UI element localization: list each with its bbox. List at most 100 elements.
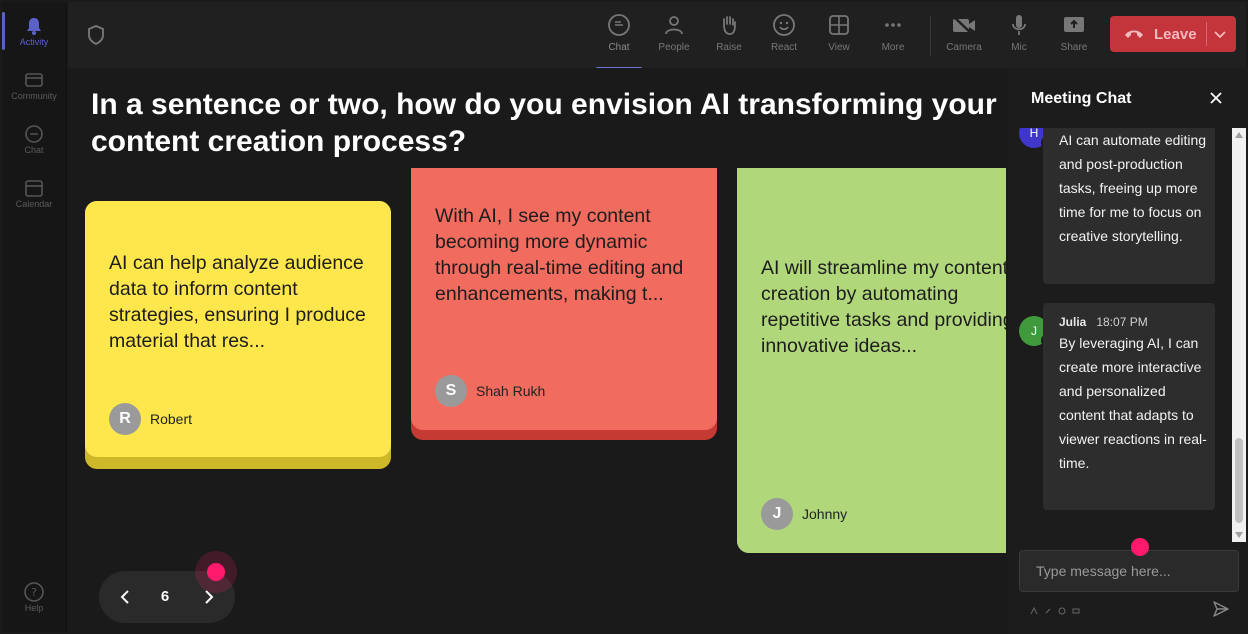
toolbar-label: View	[828, 42, 850, 53]
toolbar-share-button[interactable]: Share	[1049, 12, 1099, 64]
scroll-down-arrow-icon[interactable]	[1235, 532, 1243, 538]
raise-hand-icon	[716, 12, 742, 38]
chat-message: Julia 18:07 PM By leveraging AI, I can cr…	[1043, 303, 1215, 510]
toolbar-view-button[interactable]: View	[814, 12, 864, 64]
chat-title: Meeting Chat	[1031, 90, 1132, 107]
left-rail: Activity Community Chat Calendar ? Help	[2, 2, 67, 632]
chat-message: AI can automate editing and post-product…	[1043, 128, 1215, 284]
message-text: By leveraging AI, I can create more inte…	[1059, 335, 1207, 471]
avatar: J	[761, 498, 793, 530]
response-card[interactable]: With AI, I see my content becoming more …	[411, 168, 717, 440]
toolbar-raise-button[interactable]: Raise	[704, 12, 754, 64]
calendar-icon	[23, 177, 45, 199]
toolbar-people-button[interactable]: People	[649, 12, 699, 64]
format-icon[interactable]	[1030, 602, 1038, 615]
community-icon	[23, 69, 45, 91]
leave-label: Leave	[1154, 25, 1197, 43]
hang-up-icon	[1124, 27, 1144, 41]
rail-item-calendar[interactable]: Calendar	[2, 166, 66, 220]
meeting-chat-panel: Meeting Chat H AI can automate editing a…	[1008, 68, 1248, 634]
card-text: With AI, I see my content becoming more …	[435, 205, 684, 305]
question-title: In a sentence or two, how do you envisio…	[91, 86, 1006, 160]
avatar: R	[109, 403, 141, 435]
rail-item-label: Activity	[19, 37, 49, 47]
rail-item-help[interactable]: ? Help	[2, 570, 66, 624]
toolbar-label: Mic	[1011, 42, 1027, 53]
toolbar-react-button[interactable]: React	[759, 12, 809, 64]
more-dots-icon	[880, 12, 906, 38]
scroll-thumb[interactable]	[1235, 438, 1243, 523]
toolbar-mic-button[interactable]: Mic	[994, 12, 1044, 64]
toolbar-chat-button[interactable]: Chat	[594, 12, 644, 70]
toolbar-label: Chat	[608, 42, 630, 53]
author-name: Shah Rukh	[476, 383, 546, 399]
response-card[interactable]: AI will streamline my content creation b…	[737, 168, 1006, 553]
message-text: AI can automate editing and post-product…	[1059, 132, 1207, 244]
author-name: Robert	[150, 411, 193, 427]
chat-tools	[1030, 602, 1080, 615]
chevron-right-icon[interactable]	[199, 587, 219, 607]
card-text: AI will streamline my content creation b…	[761, 257, 1006, 357]
chat-input-box	[1019, 550, 1239, 592]
message-input[interactable]	[1020, 551, 1236, 591]
toolbar-more-button[interactable]: More	[868, 12, 918, 64]
card-author: S Shah Rukh	[435, 375, 545, 407]
leave-divider	[1206, 22, 1207, 46]
rail-item-label: Chat	[24, 145, 44, 155]
avatar: S	[435, 375, 467, 407]
rail-item-activity[interactable]: Activity	[2, 4, 66, 58]
share-icon	[1061, 12, 1087, 38]
toolbar-label: React	[770, 42, 798, 53]
send-icon[interactable]	[1212, 600, 1230, 618]
toolbar-label: Camera	[946, 42, 982, 53]
rail-item-chat[interactable]: Chat	[2, 112, 66, 166]
emoji-icon[interactable]	[1058, 602, 1066, 615]
card-face	[737, 168, 1006, 553]
bell-icon	[23, 15, 45, 37]
main-stage: In a sentence or two, how do you envisio…	[68, 68, 1006, 634]
chat-scrollbar[interactable]	[1232, 128, 1246, 542]
smiley-icon	[771, 12, 797, 38]
card-text: AI can help analyze audience data to inf…	[109, 252, 366, 352]
rail-item-community[interactable]: Community	[2, 58, 66, 112]
cursor-indicator	[207, 563, 225, 581]
rail-item-label: Community	[11, 91, 57, 101]
card-author: J Johnny	[761, 498, 847, 530]
meeting-toolbar: Chat People Raise React View More Camera…	[68, 2, 1246, 70]
page-number: 6	[160, 588, 170, 605]
shield-icon[interactable]	[86, 24, 106, 46]
help-icon: ?	[23, 581, 45, 603]
scroll-up-arrow-icon[interactable]	[1235, 132, 1243, 138]
question-text: In a sentence or two, how do you envisio…	[91, 88, 997, 158]
toolbar-label: Raise	[716, 42, 742, 53]
close-icon[interactable]	[1208, 90, 1224, 106]
cursor-indicator	[1131, 538, 1149, 556]
attach-icon[interactable]	[1044, 602, 1052, 614]
people-icon	[661, 12, 687, 38]
svg-text:?: ?	[31, 586, 37, 599]
camera-off-icon	[951, 12, 977, 38]
chat-messages[interactable]: H AI can automate editing and post-produ…	[1008, 128, 1232, 542]
response-card[interactable]: AI can help analyze audience data to inf…	[85, 201, 391, 469]
chat-icon	[606, 12, 632, 38]
mic-icon	[1006, 12, 1032, 38]
gif-icon[interactable]	[1072, 602, 1080, 614]
toolbar-camera-button[interactable]: Camera	[939, 12, 989, 64]
meeting-app: Activity Community Chat Calendar ? Help	[0, 0, 1248, 634]
grid-icon	[826, 12, 852, 38]
chat-icon	[23, 123, 45, 145]
sender-name: Julia	[1059, 315, 1087, 329]
chevron-left-icon[interactable]	[115, 587, 135, 607]
leave-button[interactable]: Leave	[1110, 16, 1236, 52]
toolbar-label: People	[658, 42, 690, 53]
author-name: Johnny	[802, 506, 848, 522]
rail-item-label: Calendar	[15, 199, 53, 209]
toolbar-label: Share	[1060, 42, 1088, 53]
message-time: 18:07 PM	[1096, 315, 1148, 329]
chat-header: Meeting Chat	[1008, 68, 1248, 128]
rail-item-label: Help	[24, 603, 44, 613]
toolbar-label: More	[881, 42, 905, 53]
chevron-down-icon[interactable]	[1212, 26, 1228, 42]
message-header: Julia 18:07 PM	[1059, 315, 1148, 329]
toolbar-divider	[930, 16, 931, 56]
